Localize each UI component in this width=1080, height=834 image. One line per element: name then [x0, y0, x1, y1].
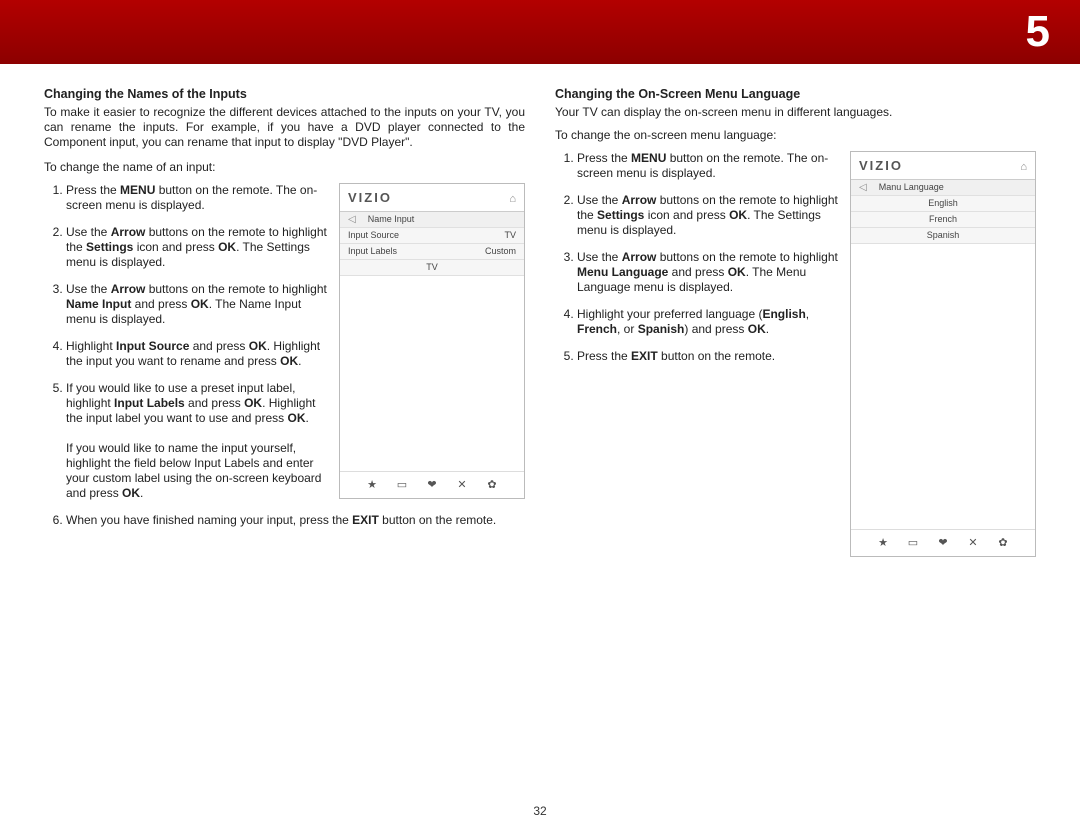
left-body-row: Press the MENU button on the remote. The…	[44, 183, 525, 513]
left-heading: Changing the Names of the Inputs	[44, 86, 525, 102]
gear-icon: ✿	[995, 536, 1011, 550]
panel-menu: ◁ Manu Language English French Spanish	[851, 179, 1035, 244]
star-icon: ★	[875, 536, 891, 550]
cc-icon: ▭	[905, 536, 921, 550]
star-icon: ★	[364, 478, 380, 492]
gear-icon: ✿	[484, 478, 500, 492]
v-icon: ❤	[935, 536, 951, 550]
right-step-4: Highlight your preferred language (Engli…	[577, 307, 838, 337]
panel-fill	[340, 276, 524, 471]
panel-header: VIZIO ⌂	[340, 184, 524, 211]
back-icon: ◁	[859, 181, 867, 194]
right-column: Changing the On-Screen Menu Language You…	[555, 86, 1036, 794]
cc-icon: ▭	[394, 478, 410, 492]
right-text-col: Press the MENU button on the remote. The…	[555, 151, 838, 557]
panel-option-spanish: Spanish	[851, 228, 1035, 244]
left-text-col: Press the MENU button on the remote. The…	[44, 183, 327, 513]
panel-header: VIZIO ⌂	[851, 152, 1035, 179]
panel-menu: ◁ Name Input Input Source TV Input Label…	[340, 211, 524, 276]
right-step-1: Press the MENU button on the remote. The…	[577, 151, 838, 181]
left-step-2: Use the Arrow buttons on the remote to h…	[66, 225, 327, 270]
panel-title-row: ◁ Manu Language	[851, 180, 1035, 196]
home-icon: ⌂	[1020, 160, 1027, 174]
vizio-logo: VIZIO	[859, 158, 903, 175]
name-input-panel: VIZIO ⌂ ◁ Name Input Input Source TV Inp…	[339, 183, 525, 499]
right-step-3: Use the Arrow buttons on the remote to h…	[577, 250, 838, 295]
content-columns: Changing the Names of the Inputs To make…	[44, 86, 1036, 794]
right-body-row: Press the MENU button on the remote. The…	[555, 151, 1036, 557]
left-step-1: Press the MENU button on the remote. The…	[66, 183, 327, 213]
panel-footer-icons: ★ ▭ ❤ ✕ ✿	[340, 471, 524, 498]
right-step-2: Use the Arrow buttons on the remote to h…	[577, 193, 838, 238]
page-number: 32	[0, 804, 1080, 820]
panel-row-custom-value: TV	[340, 260, 524, 276]
right-intro: Your TV can display the on-screen menu i…	[555, 105, 1036, 120]
right-step-5: Press the EXIT button on the remote.	[577, 349, 838, 364]
left-step-5: If you would like to use a preset input …	[66, 381, 327, 501]
panel-row-input-source: Input Source TV	[340, 228, 524, 244]
right-lead: To change the on-screen menu language:	[555, 128, 1036, 143]
left-steps-continued: When you have finished naming your input…	[44, 513, 525, 540]
vizio-logo: VIZIO	[348, 190, 392, 207]
home-icon: ⌂	[509, 192, 516, 206]
left-steps: Press the MENU button on the remote. The…	[44, 183, 327, 501]
panel-title-row: ◁ Name Input	[340, 212, 524, 228]
panel-row-input-labels: Input Labels Custom	[340, 244, 524, 260]
left-lead: To change the name of an input:	[44, 160, 525, 175]
panel-fill	[851, 244, 1035, 529]
left-step-3: Use the Arrow buttons on the remote to h…	[66, 282, 327, 327]
right-steps: Press the MENU button on the remote. The…	[555, 151, 838, 364]
panel-footer-icons: ★ ▭ ❤ ✕ ✿	[851, 529, 1035, 556]
panel-option-english: English	[851, 196, 1035, 212]
back-icon: ◁	[348, 213, 356, 226]
left-column: Changing the Names of the Inputs To make…	[44, 86, 525, 794]
left-step-6: When you have finished naming your input…	[66, 513, 525, 528]
menu-language-panel: VIZIO ⌂ ◁ Manu Language English French S…	[850, 151, 1036, 557]
right-heading: Changing the On-Screen Menu Language	[555, 86, 1036, 102]
chapter-number: 5	[1026, 3, 1050, 60]
panel-option-french: French	[851, 212, 1035, 228]
close-icon: ✕	[454, 478, 470, 492]
left-step-4: Highlight Input Source and press OK. Hig…	[66, 339, 327, 369]
chapter-banner: 5	[0, 0, 1080, 64]
v-icon: ❤	[424, 478, 440, 492]
close-icon: ✕	[965, 536, 981, 550]
left-intro: To make it easier to recognize the diffe…	[44, 105, 525, 150]
